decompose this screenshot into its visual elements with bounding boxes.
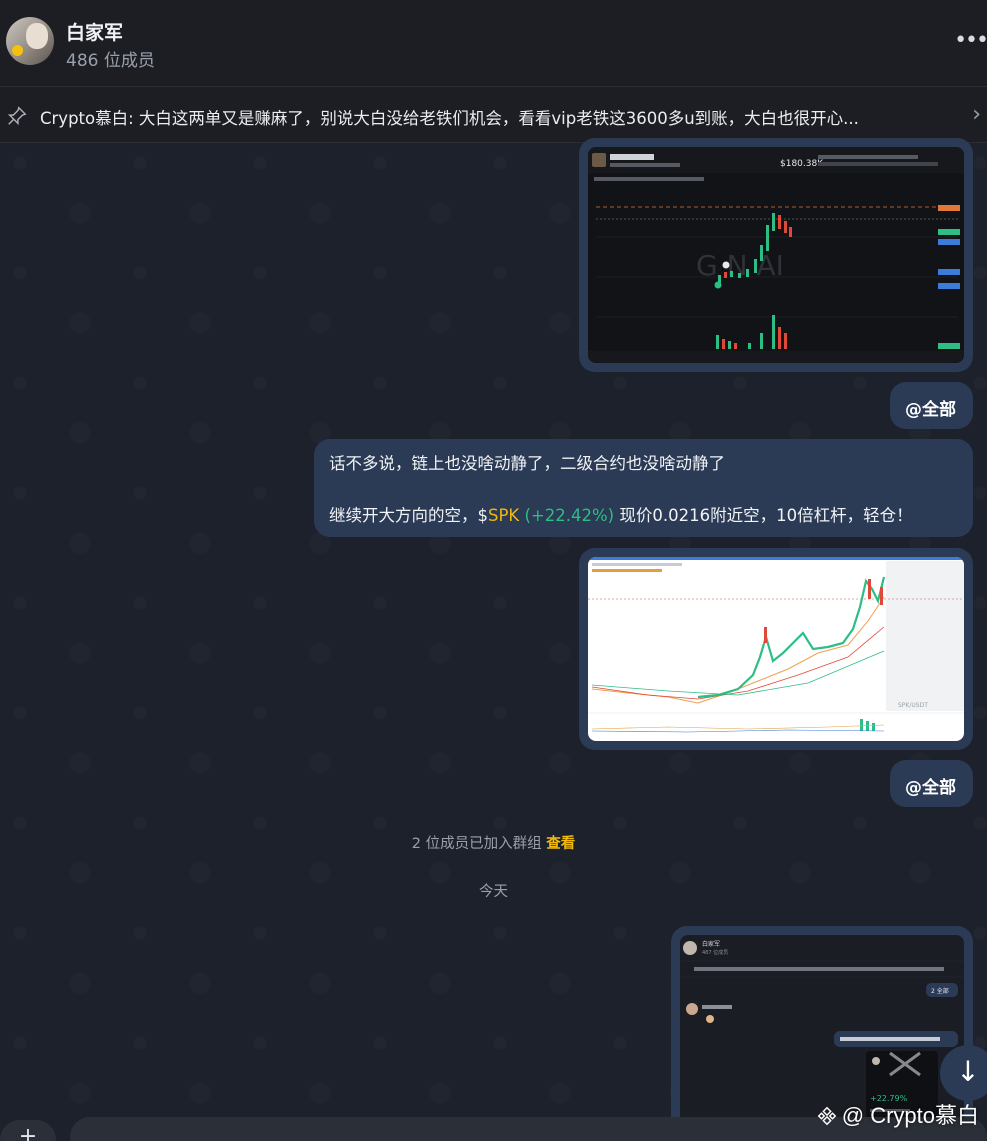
- group-title[interactable]: 白家军: [66, 18, 123, 45]
- candlestick-chart-light: SPK/USDT: [588, 557, 964, 733]
- group-avatar[interactable]: [6, 17, 54, 65]
- member-count: 486 位成员: [66, 51, 155, 71]
- svg-text:SPK/USDT: SPK/USDT: [898, 702, 928, 709]
- ticker-link[interactable]: SPK: [488, 506, 519, 525]
- chart-screenshot-light: SPK/USDT: [588, 557, 964, 741]
- mention-label: @全部: [905, 400, 956, 420]
- image-message-dark-chart[interactable]: $180.38K G N AI: [579, 138, 973, 372]
- mention-all-message[interactable]: @全部: [890, 760, 973, 807]
- mention-all-message[interactable]: @全部: [890, 382, 973, 429]
- members-joined-notice: 2 位成员已加入群组 查看: [411, 836, 576, 852]
- text-message[interactable]: 话不多说，链上也没啥动静了，二级合约也没啥动静了 继续开大方向的空，$SPK (…: [314, 439, 973, 537]
- svg-text:2 全部: 2 全部: [931, 987, 949, 995]
- date-separator: 今天: [479, 884, 508, 900]
- message-line-1: 话不多说，链上也没啥动静了，二级合约也没啥动静了: [329, 454, 725, 473]
- mention-label: @全部: [905, 778, 956, 798]
- pinned-message-bar[interactable]: Crypto慕白: 大白这两单又是赚麻了，别说大白没给老铁们机会，看看vip老铁…: [0, 88, 987, 143]
- chart-screenshot: $180.38K G N AI: [588, 147, 964, 363]
- candlestick-chart-dark: $180.38K G N AI: [588, 147, 964, 363]
- chevron-right-icon[interactable]: ›: [972, 102, 981, 127]
- source-watermark: @ Crypto慕白: [816, 1098, 979, 1130]
- chat-header: 白家军 486 位成员 •••: [0, 0, 987, 87]
- svg-text:白家军: 白家军: [702, 940, 720, 948]
- pinned-message-text: Crypto慕白: 大白这两单又是赚麻了，别说大白没给老铁们机会，看看vip老铁…: [40, 109, 859, 128]
- price-change: (+22.42%): [524, 506, 615, 525]
- message-line-2: 继续开大方向的空，$SPK (+22.42%) 现价0.0216附近空，10倍杠…: [329, 506, 913, 525]
- scroll-to-bottom-button[interactable]: ↓: [940, 1045, 987, 1101]
- view-members-link[interactable]: 查看: [546, 836, 575, 852]
- image-message-light-chart[interactable]: SPK/USDT: [579, 548, 973, 750]
- more-menu-button[interactable]: •••: [954, 28, 987, 53]
- attach-button[interactable]: +: [0, 1120, 56, 1141]
- chart-price: $180.38K: [780, 159, 824, 169]
- svg-text:487 位成员: 487 位成员: [702, 949, 728, 956]
- binance-logo-icon: [817, 1106, 837, 1126]
- pin-icon: [7, 106, 27, 126]
